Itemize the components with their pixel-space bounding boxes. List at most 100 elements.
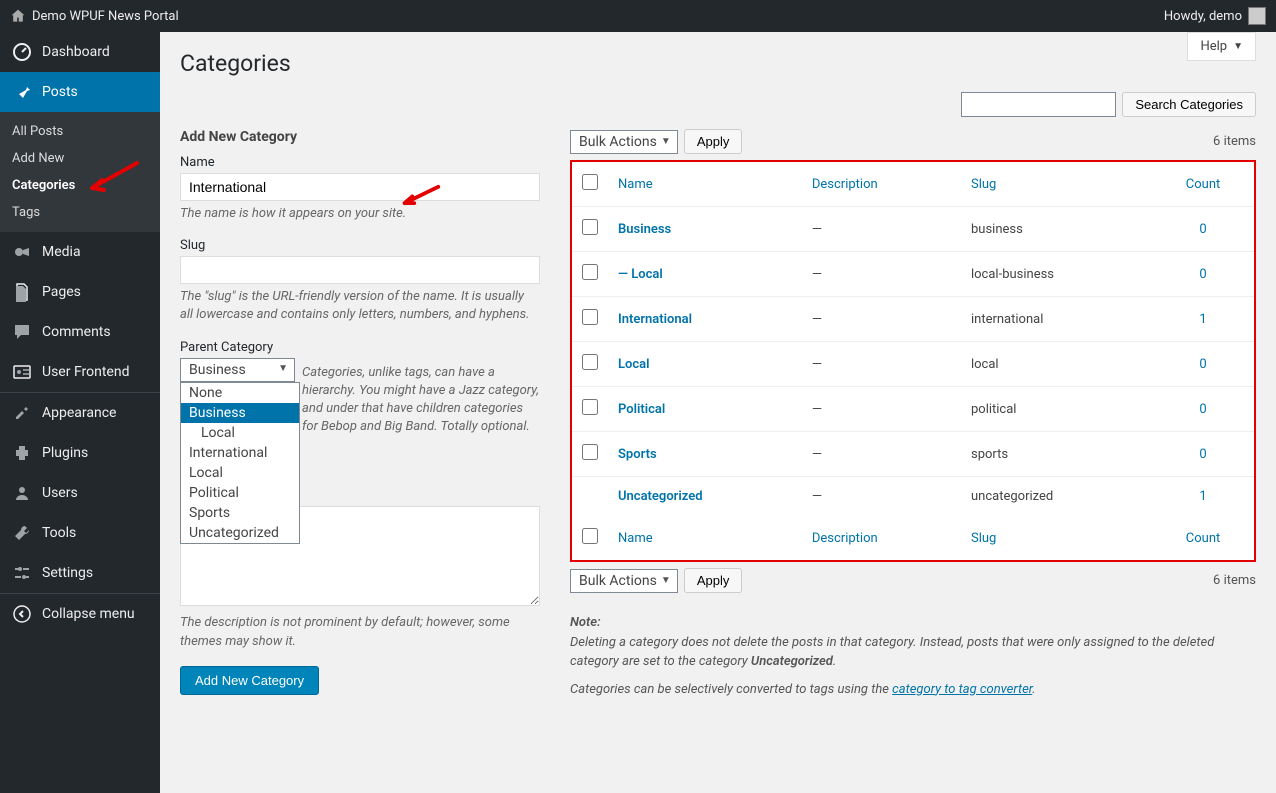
- row-slug: local-business: [961, 252, 1152, 297]
- category-link[interactable]: — Local: [618, 267, 663, 282]
- sidebar-item-dashboard[interactable]: Dashboard: [0, 32, 160, 72]
- select-all-checkbox-footer[interactable]: [582, 528, 598, 544]
- submit-button[interactable]: Add New Category: [180, 666, 319, 695]
- row-checkbox[interactable]: [582, 309, 598, 325]
- collapse-icon: [12, 604, 32, 624]
- search-input[interactable]: [961, 92, 1116, 117]
- name-label: Name: [180, 155, 540, 170]
- col-slug[interactable]: Slug: [971, 177, 996, 192]
- col-count[interactable]: Count: [1186, 531, 1220, 546]
- parent-option[interactable]: Uncategorized: [181, 523, 299, 543]
- category-link[interactable]: Local: [618, 357, 650, 372]
- row-desc: —: [802, 477, 961, 517]
- row-count[interactable]: 0: [1199, 447, 1206, 462]
- category-link[interactable]: Uncategorized: [618, 489, 703, 504]
- chevron-down-icon: ▼: [1233, 41, 1243, 52]
- note-section: Note: Deleting a category does not delet…: [570, 613, 1256, 699]
- row-desc: —: [802, 207, 961, 252]
- col-desc[interactable]: Description: [812, 177, 878, 192]
- row-checkbox[interactable]: [582, 264, 598, 280]
- parent-option[interactable]: International: [181, 443, 299, 463]
- sidebar-item-settings[interactable]: Settings: [0, 553, 160, 593]
- sidebar-item-user-frontend[interactable]: User Frontend: [0, 352, 160, 392]
- parent-option[interactable]: Sports: [181, 503, 299, 523]
- sidebar-item-media[interactable]: Media: [0, 232, 160, 272]
- bulk-actions-select-bottom[interactable]: Bulk Actions: [570, 569, 678, 593]
- col-name[interactable]: Name: [618, 177, 653, 192]
- row-slug: international: [961, 297, 1152, 342]
- col-name[interactable]: Name: [618, 531, 653, 546]
- help-tab[interactable]: Help ▼: [1187, 32, 1256, 61]
- row-checkbox[interactable]: [582, 444, 598, 460]
- user-frontend-icon: [12, 362, 32, 382]
- form-heading: Add New Category: [180, 129, 540, 145]
- submenu-all-posts[interactable]: All Posts: [0, 118, 160, 145]
- parent-options-dropdown: None Business Local International Local …: [180, 382, 300, 544]
- category-link[interactable]: Business: [618, 222, 671, 237]
- parent-select[interactable]: Business None Business Local Internation…: [180, 358, 295, 382]
- col-desc[interactable]: Description: [812, 531, 878, 546]
- table-row: Uncategorized—uncategorized1: [571, 477, 1255, 517]
- parent-option[interactable]: None: [181, 383, 299, 403]
- row-count[interactable]: 0: [1199, 357, 1206, 372]
- apply-button[interactable]: Apply: [684, 129, 743, 154]
- sidebar-item-posts[interactable]: Posts: [0, 72, 160, 112]
- row-desc: —: [802, 432, 961, 477]
- name-help: The name is how it appears on your site.: [180, 205, 540, 223]
- row-checkbox[interactable]: [582, 354, 598, 370]
- media-icon: [12, 242, 32, 262]
- bulk-actions-select[interactable]: Bulk Actions: [570, 130, 678, 154]
- submenu-categories[interactable]: Categories: [0, 172, 160, 199]
- home-icon: [10, 8, 26, 24]
- row-count[interactable]: 0: [1199, 402, 1206, 417]
- sidebar-item-users[interactable]: Users: [0, 473, 160, 513]
- table-row: Sports—sports0: [571, 432, 1255, 477]
- col-slug[interactable]: Slug: [971, 531, 996, 546]
- pages-icon: [12, 282, 32, 302]
- pin-icon: [12, 82, 32, 102]
- apply-button-bottom[interactable]: Apply: [684, 568, 743, 593]
- row-count[interactable]: 0: [1199, 222, 1206, 237]
- row-checkbox[interactable]: [582, 399, 598, 415]
- category-link[interactable]: Sports: [618, 447, 657, 462]
- parent-option[interactable]: Political: [181, 483, 299, 503]
- sidebar-collapse[interactable]: Collapse menu: [0, 593, 160, 634]
- parent-option[interactable]: Local: [181, 423, 299, 443]
- table-row: Political—political0: [571, 387, 1255, 432]
- sidebar-item-plugins[interactable]: Plugins: [0, 433, 160, 473]
- submenu-tags[interactable]: Tags: [0, 199, 160, 226]
- category-link[interactable]: Political: [618, 402, 665, 417]
- page-title: Categories: [180, 32, 1256, 92]
- row-desc: —: [802, 297, 961, 342]
- sidebar-item-pages[interactable]: Pages: [0, 272, 160, 312]
- row-count[interactable]: 1: [1199, 312, 1206, 327]
- select-all-checkbox[interactable]: [582, 174, 598, 190]
- search-button[interactable]: Search Categories: [1122, 92, 1256, 117]
- sidebar-item-comments[interactable]: Comments: [0, 312, 160, 352]
- slug-input[interactable]: [180, 256, 540, 284]
- row-desc: —: [802, 387, 961, 432]
- site-name[interactable]: Demo WPUF News Portal: [32, 9, 179, 24]
- row-count[interactable]: 0: [1199, 267, 1206, 282]
- slug-help: The "slug" is the URL-friendly version o…: [180, 288, 540, 324]
- slug-label: Slug: [180, 238, 540, 253]
- parent-option[interactable]: Local: [181, 463, 299, 483]
- sidebar-item-tools[interactable]: Tools: [0, 513, 160, 553]
- description-help: The description is not prominent by defa…: [180, 614, 540, 650]
- posts-submenu: All Posts Add New Categories Tags: [0, 112, 160, 232]
- col-count[interactable]: Count: [1186, 177, 1220, 192]
- parent-option[interactable]: Business: [181, 403, 299, 423]
- converter-link[interactable]: category to tag converter: [892, 682, 1032, 697]
- row-count[interactable]: 1: [1199, 489, 1206, 504]
- category-link[interactable]: International: [618, 312, 692, 327]
- users-icon: [12, 483, 32, 503]
- dashboard-icon: [12, 42, 32, 62]
- submenu-add-new[interactable]: Add New: [0, 145, 160, 172]
- items-count-bottom: 6 items: [1213, 573, 1256, 588]
- row-checkbox[interactable]: [582, 219, 598, 235]
- avatar[interactable]: [1248, 7, 1266, 25]
- howdy-user[interactable]: Howdy, demo: [1164, 9, 1242, 24]
- main-content: Help ▼ Categories Search Categories Add …: [160, 32, 1276, 793]
- name-input[interactable]: [180, 173, 540, 201]
- sidebar-item-appearance[interactable]: Appearance: [0, 392, 160, 433]
